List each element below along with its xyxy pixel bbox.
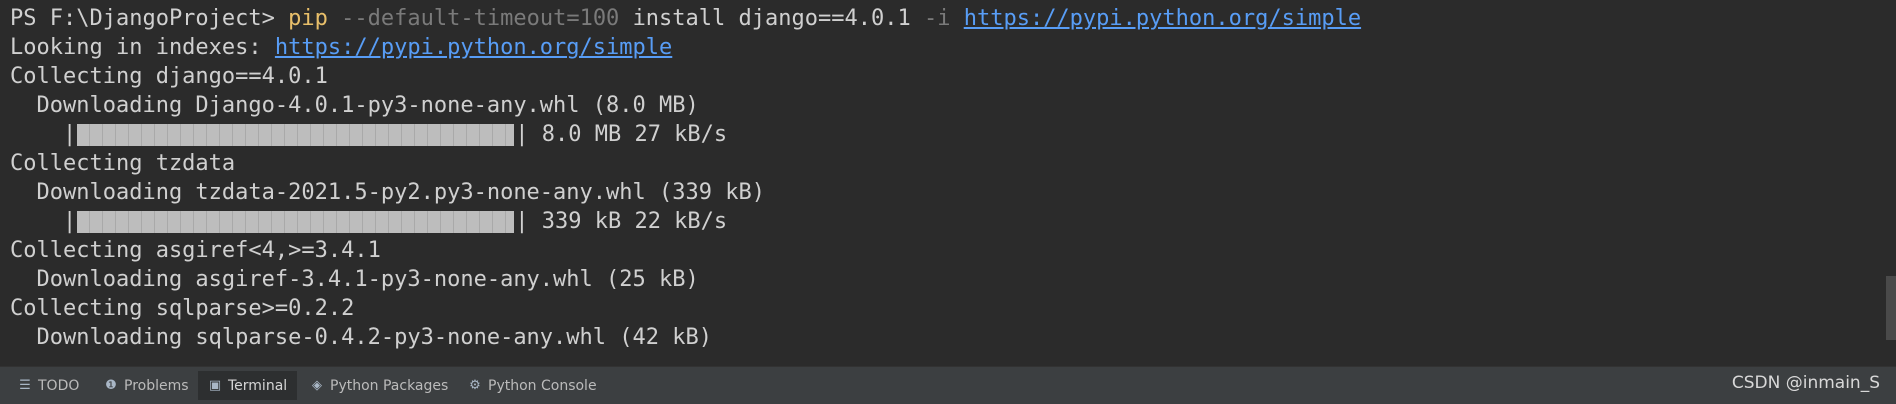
command-option-index: -i xyxy=(923,6,951,31)
downloading-django-line: Downloading Django-4.0.1-py3-none-any.wh… xyxy=(10,93,699,118)
terminal-scrollbar[interactable] xyxy=(1886,276,1896,340)
tab-python-packages[interactable]: ◈ Python Packages xyxy=(300,371,458,400)
collecting-django-line: Collecting django==4.0.1 xyxy=(10,64,328,89)
watermark: CSDN @inmain_S xyxy=(1731,373,1880,393)
collecting-tzdata-line: Collecting tzdata xyxy=(10,151,236,176)
command-install: install django==4.0.1 xyxy=(632,6,911,31)
command-url-link[interactable]: https://pypi.python.org/simple xyxy=(964,6,1361,31)
problems-icon: ❶ xyxy=(105,378,117,393)
tab-python-console[interactable]: ⚙ Python Console xyxy=(458,371,607,400)
downloading-asgiref-line: Downloading asgiref-3.4.1-py3-none-any.w… xyxy=(10,267,699,292)
tab-python-packages-label: Python Packages xyxy=(330,377,449,394)
tab-problems[interactable]: ❶ Problems xyxy=(94,371,199,400)
tab-problems-label: Problems xyxy=(124,377,189,394)
tool-window-bar: ☰ TODO ❶ Problems ▣ Terminal ◈ Python Pa… xyxy=(0,366,1896,404)
progress-bar-left-edge: | xyxy=(62,122,77,147)
list-icon: ☰ xyxy=(19,378,31,393)
progress-line-tzdata: | | 339 kB 22 kB/s xyxy=(10,207,727,236)
looking-in-indexes-line: Looking in indexes: https://pypi.python.… xyxy=(10,33,672,62)
tab-terminal[interactable]: ▣ Terminal xyxy=(198,371,298,400)
tab-terminal-label: Terminal xyxy=(228,377,288,394)
tab-todo-label: TODO xyxy=(38,377,80,394)
tab-todo[interactable]: ☰ TODO xyxy=(8,371,89,400)
progress-line-django: | | 8.0 MB 27 kB/s xyxy=(10,120,727,149)
prompt: PS F:\DjangoProject> xyxy=(10,6,289,31)
terminal-panel[interactable]: ________________________________________… xyxy=(0,0,1896,366)
looking-prefix: Looking in indexes: xyxy=(10,35,275,60)
tab-python-console-label: Python Console xyxy=(488,377,597,394)
terminal-icon: ▣ xyxy=(208,378,222,393)
progress-bar-left-edge: | xyxy=(62,209,77,234)
downloading-tzdata-line: Downloading tzdata-2021.5-py2.py3-none-a… xyxy=(10,180,765,205)
progress-bar-django xyxy=(77,123,515,146)
command-line: PS F:\DjangoProject> pip --default-timeo… xyxy=(10,4,1361,33)
python-console-icon: ⚙ xyxy=(469,378,481,393)
progress-bar-tzdata xyxy=(77,210,515,233)
packages-icon: ◈ xyxy=(312,378,322,393)
progress-stats-django: 8.0 MB 27 kB/s xyxy=(528,122,728,147)
collecting-sqlparse-line: Collecting sqlparse>=0.2.2 xyxy=(10,296,355,321)
command-pip: pip xyxy=(288,6,328,31)
downloading-sqlparse-line: Downloading sqlparse-0.4.2-py3-none-any.… xyxy=(10,325,712,350)
command-option-timeout: --default-timeout=100 xyxy=(341,6,620,31)
progress-bar-right-edge: | xyxy=(515,122,529,147)
progress-bar-right-edge: | xyxy=(515,209,529,234)
progress-stats-tzdata: 339 kB 22 kB/s xyxy=(528,209,728,234)
collecting-asgiref-line: Collecting asgiref<4,>=3.4.1 xyxy=(10,238,381,263)
index-url-link[interactable]: https://pypi.python.org/simple xyxy=(275,35,672,60)
